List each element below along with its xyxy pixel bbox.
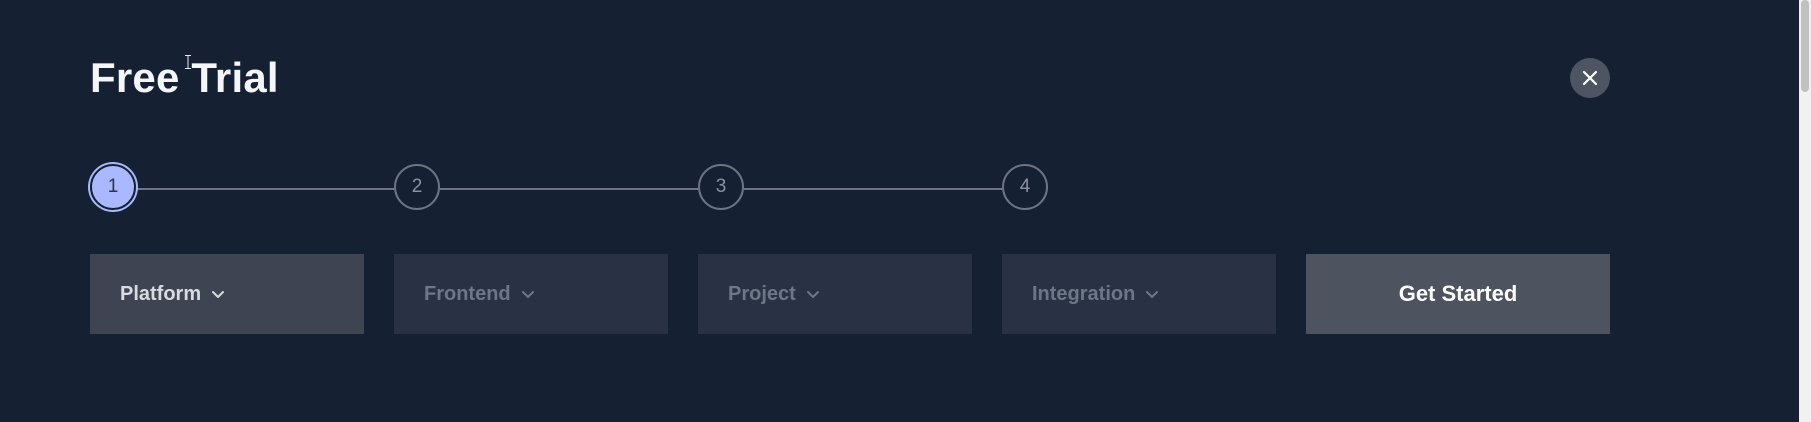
step-number: 2 [411, 176, 423, 197]
frontend-select[interactable]: Frontend [394, 254, 668, 334]
chevron-down-icon [806, 290, 820, 299]
step-number: 1 [107, 176, 119, 197]
step-number: 4 [1019, 176, 1031, 197]
progress-stepper: 1 2 3 4 [90, 164, 1052, 214]
chevron-down-icon [521, 290, 535, 299]
get-started-button[interactable]: Get Started [1306, 254, 1610, 334]
select-label: Platform [120, 282, 202, 305]
chevron-down-icon [211, 290, 225, 299]
free-trial-modal: Free Trial 1 2 3 4 Platform Frontend Pro… [0, 0, 1811, 422]
scrollbar-thumb[interactable] [1801, 0, 1809, 92]
chevron-down-icon [1145, 290, 1159, 299]
close-button[interactable] [1570, 58, 1610, 98]
step-4: 4 [1002, 164, 1048, 210]
step-connector [744, 188, 1002, 190]
integration-select[interactable]: Integration [1002, 254, 1276, 334]
step-1: 1 [90, 164, 136, 210]
step-number: 3 [715, 176, 727, 197]
project-select[interactable]: Project [698, 254, 972, 334]
platform-select[interactable]: Platform [90, 254, 364, 334]
step-connector [440, 188, 698, 190]
select-label: Frontend [424, 282, 511, 305]
step-connector [136, 188, 394, 190]
text-cursor-icon [185, 55, 191, 69]
vertical-scrollbar[interactable] [1799, 0, 1811, 422]
select-label: Project [728, 282, 796, 305]
select-label: Integration [1032, 282, 1136, 305]
close-icon [1582, 70, 1598, 86]
step-3: 3 [698, 164, 744, 210]
step-2: 2 [394, 164, 440, 210]
